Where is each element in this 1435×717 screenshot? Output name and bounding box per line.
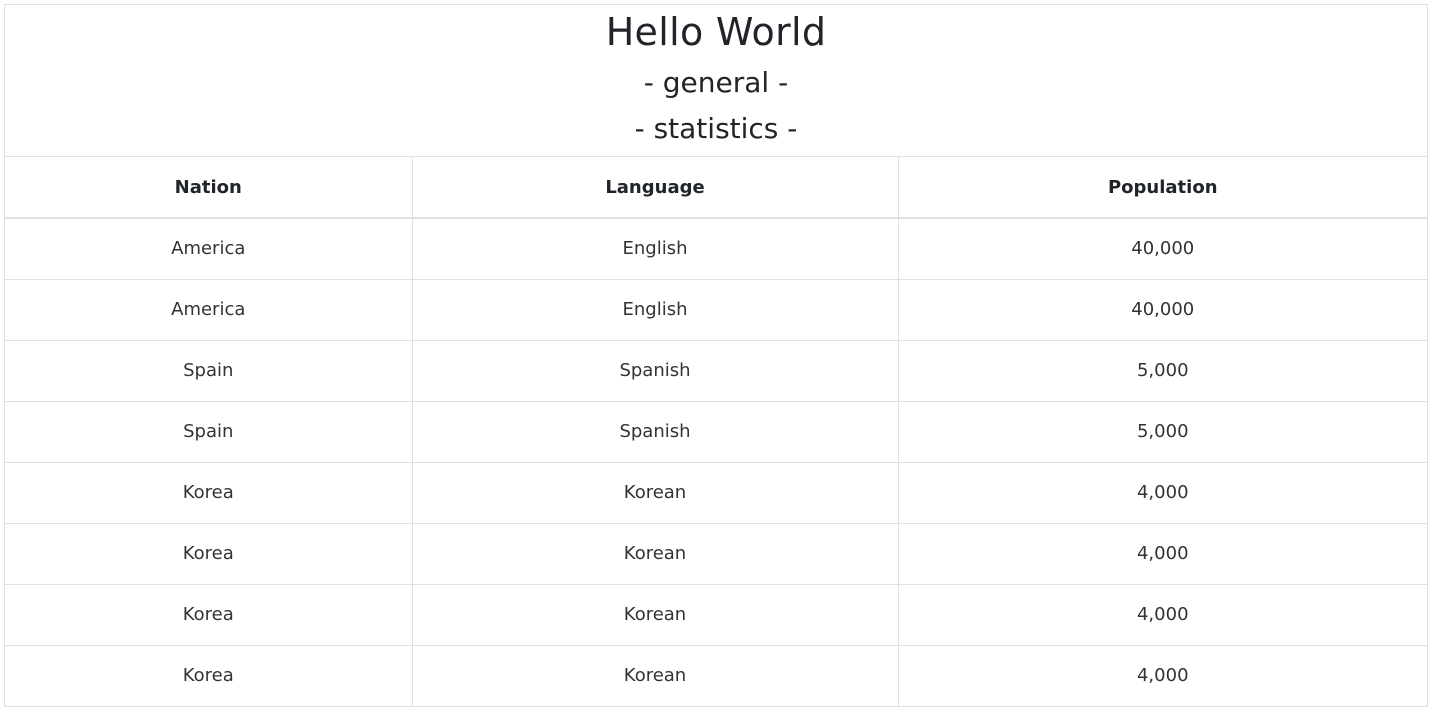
table-row: America English 40,000	[5, 218, 1427, 280]
cell-nation: Spain	[5, 340, 413, 402]
cell-nation: Korea	[5, 462, 413, 524]
cell-language: Korean	[412, 462, 899, 524]
table-row: Spain Spanish 5,000	[5, 340, 1427, 402]
table-row: Spain Spanish 5,000	[5, 401, 1427, 463]
cell-nation: Korea	[5, 523, 413, 585]
cell-language: Korean	[412, 523, 899, 585]
table-row: Korea Korean 4,000	[5, 523, 1427, 585]
cell-population: 40,000	[898, 218, 1427, 280]
cell-nation: America	[5, 279, 413, 341]
page-title: Hello World	[605, 10, 827, 54]
table-row: Korea Korean 4,000	[5, 584, 1427, 646]
cell-language: Spanish	[412, 340, 899, 402]
statistics-table-container: Hello World - general - - statistics - N…	[4, 4, 1428, 707]
table-row: Korea Korean 4,000	[5, 645, 1427, 706]
column-header-population: Population	[898, 157, 1427, 219]
statistics-table: Nation Language Population America Engli…	[5, 157, 1427, 706]
column-header-nation: Nation	[5, 157, 413, 219]
subtitle-general: - general -	[643, 66, 789, 99]
cell-population: 4,000	[898, 462, 1427, 524]
cell-population: 4,000	[898, 523, 1427, 585]
cell-nation: Korea	[5, 584, 413, 646]
cell-population: 4,000	[1136, 665, 1189, 687]
cell-language: Korean	[412, 584, 899, 646]
cell-nation: America	[5, 218, 413, 280]
cell-population: 40,000	[898, 279, 1427, 341]
table-caption: Hello World - general - - statistics -	[5, 5, 1427, 157]
table-header-row: Nation Language Population	[5, 157, 1427, 219]
column-header-language: Language	[412, 157, 899, 219]
table-row: Korea Korean 4,000	[5, 462, 1427, 524]
subtitle-statistics: - statistics -	[634, 112, 798, 145]
cell-nation: Spain	[5, 401, 413, 463]
cell-language: English	[412, 279, 899, 341]
cell-language: Korean	[412, 645, 899, 706]
cell-language: Spanish	[412, 401, 899, 463]
table-row: America English 40,000	[5, 279, 1427, 341]
cell-language: English	[412, 218, 899, 280]
cell-population: 4,000	[898, 584, 1427, 646]
cell-nation: Korea	[5, 645, 413, 706]
cell-population: 5,000	[898, 340, 1427, 402]
cell-population: 5,000	[898, 401, 1427, 463]
